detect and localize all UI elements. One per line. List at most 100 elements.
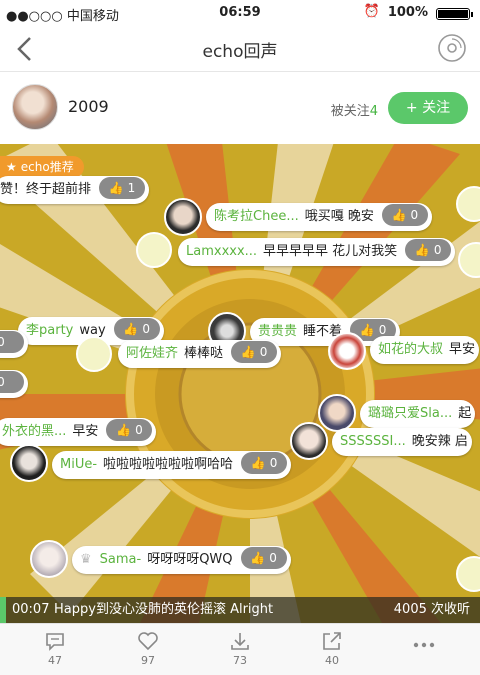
more-button[interactable] xyxy=(394,640,454,652)
commenter-name: 如花的大叔 xyxy=(378,342,444,357)
comment-text: 早安 xyxy=(72,424,99,439)
like-button[interactable]: 0 xyxy=(0,371,24,393)
comment-text: 早早早早早 花儿对我笑 xyxy=(263,244,398,259)
like-count: 0 xyxy=(0,375,5,389)
comment-bubble[interactable]: 外衣的黑... 早安 👍 0 xyxy=(0,418,157,446)
commenter-avatar[interactable] xyxy=(328,332,366,370)
commenter-name: Sama- xyxy=(99,552,142,567)
commenter-avatar[interactable] xyxy=(318,394,356,432)
like-count: 0 xyxy=(410,208,419,222)
thumbs-up-icon: 👍 xyxy=(250,551,266,565)
like-button[interactable]: 👍 0 xyxy=(405,239,452,261)
commenter-avatar[interactable] xyxy=(164,198,202,236)
commenter-name: Lamxxxx... xyxy=(186,244,258,259)
commenter-avatar[interactable] xyxy=(10,444,48,482)
status-bar: ●●○○○ 中国移动 06:59 ⏰ 100% xyxy=(0,0,480,26)
comment-text: 晚安辣 启 xyxy=(411,434,468,449)
commenter-name: SSSSSSI... xyxy=(340,434,406,449)
commenter-avatar[interactable] xyxy=(290,422,328,460)
tag-label: echo推荐 xyxy=(20,160,74,174)
followers-count: 被关注4 xyxy=(331,100,378,119)
comment-bubble[interactable]: 璐璐只爱Sla... 起 xyxy=(360,400,476,428)
followers-number: 4 xyxy=(369,104,378,119)
commenter-name: 陈考拉Chee... xyxy=(214,209,299,224)
alarm-icon: ⏰ xyxy=(363,4,380,19)
disc-button[interactable] xyxy=(436,32,468,64)
comment-bubble[interactable]: 0 xyxy=(0,330,28,358)
download-count: 73 xyxy=(233,654,247,667)
thumbs-up-icon: 👍 xyxy=(391,208,407,222)
commenter-avatar[interactable] xyxy=(30,540,68,578)
like-button[interactable]: 👍 1 xyxy=(99,177,146,199)
nav-bar: echo回声 xyxy=(0,26,480,72)
battery-percent: 100% xyxy=(387,5,428,20)
thumbs-up-icon: 👍 xyxy=(123,322,139,336)
like-count: 0 xyxy=(269,456,278,470)
download-button[interactable]: 73 xyxy=(210,630,270,667)
comment-count: 47 xyxy=(48,654,62,667)
share-icon xyxy=(323,632,341,650)
star-icon: ★ xyxy=(6,160,17,174)
echo-recommend-tag: ★ echo推荐 xyxy=(0,156,84,178)
thumbs-up-icon: 👍 xyxy=(359,323,375,337)
commenter-name: 外衣的黑... xyxy=(2,424,67,439)
commenter-name: 阿佐娃齐 xyxy=(126,346,179,361)
download-icon xyxy=(231,633,249,650)
page-title: echo回声 xyxy=(202,42,278,62)
commenter-name: 璐璐只爱Sla... xyxy=(368,406,453,421)
user-row: 2009 被关注4 + 关注 xyxy=(0,72,480,144)
comment-text: 赞！终于超前排 xyxy=(0,182,92,197)
thumbs-up-icon: 👍 xyxy=(240,345,256,359)
like-count: 0 xyxy=(259,345,268,359)
like-button[interactable]: 👍 0 xyxy=(106,419,153,441)
like-toolbar-button[interactable]: 97 xyxy=(118,630,178,667)
comment-text: 起 xyxy=(458,406,472,421)
bottom-toolbar: 47 97 73 40 xyxy=(0,623,480,675)
comment-bubble[interactable]: Lamxxxx... 早早早早早 花儿对我笑 👍 0 xyxy=(178,238,456,266)
play-count: 4005 次收听 xyxy=(393,602,470,617)
follow-button[interactable]: + 关注 xyxy=(388,92,468,124)
progress-bar[interactable] xyxy=(0,597,6,623)
like-count: 1 xyxy=(127,181,136,195)
share-button[interactable]: 40 xyxy=(302,630,362,667)
artwork-stage[interactable]: ★ echo推荐 赞！终于超前排 👍 1 陈考拉Chee... 哦买嘎 晚安 👍 0 Lam… xyxy=(0,144,480,623)
like-count: 0 xyxy=(0,335,5,349)
thumbs-up-icon: 👍 xyxy=(116,423,132,437)
comment-bubble[interactable]: 陈考拉Chee... 哦买嘎 晚安 👍 0 xyxy=(206,203,432,231)
comment-bubble[interactable]: ♛ Sama- 呀呀呀呀QWQ 👍 0 xyxy=(72,546,291,574)
comment-bubble[interactable]: SSSSSSI... 晚安辣 启 xyxy=(332,428,472,456)
like-button[interactable]: 👍 0 xyxy=(240,547,287,569)
comment-bubble[interactable]: 赞！终于超前排 👍 1 xyxy=(0,176,150,204)
like-count: 0 xyxy=(142,322,150,336)
comment-bubble[interactable]: 如花的大叔 早安 xyxy=(370,336,480,364)
like-total: 97 xyxy=(141,654,155,667)
followers-label: 被关注 xyxy=(330,104,370,119)
comment-text: 呀呀呀呀QWQ xyxy=(147,552,233,567)
like-count: 0 xyxy=(269,551,277,565)
elapsed-time: 00:07 xyxy=(12,602,50,617)
comment-bubble[interactable]: 0 xyxy=(0,370,28,398)
comment-button[interactable]: 47 xyxy=(25,630,85,667)
like-button[interactable]: 👍 0 xyxy=(241,452,288,474)
like-button[interactable]: 👍 0 xyxy=(231,341,278,363)
more-icon xyxy=(413,642,435,648)
thumbs-up-icon: 👍 xyxy=(250,456,266,470)
like-count: 0 xyxy=(433,243,442,257)
user-avatar[interactable] xyxy=(12,84,58,130)
song-title: Happy到没心没肺的英伦摇滚 Alright xyxy=(54,602,274,617)
comment-bubble[interactable]: 阿佐娃齐 棒棒哒 👍 0 xyxy=(118,340,282,368)
thumbs-up-icon: 👍 xyxy=(108,181,124,195)
heart-icon xyxy=(138,632,158,651)
comment-text: 棒棒哒 xyxy=(184,346,224,361)
comment-icon xyxy=(46,633,64,651)
like-button[interactable]: 0 xyxy=(0,331,24,353)
commenter-avatar[interactable] xyxy=(76,336,112,372)
user-name[interactable]: 2009 xyxy=(68,97,109,116)
commenter-name: 李party xyxy=(26,323,74,338)
like-button[interactable]: 👍 0 xyxy=(113,318,160,340)
commenter-avatar[interactable] xyxy=(136,232,172,268)
like-button[interactable]: 👍 0 xyxy=(381,204,428,226)
comment-text: 早安 xyxy=(449,342,476,357)
player-bar[interactable]: 00:07 Happy到没心没肺的英伦摇滚 Alright 4005 次收听 xyxy=(0,597,480,623)
comment-bubble[interactable]: MiUe- 啦啦啦啦啦啦啦啊哈哈 👍 0 xyxy=(52,451,292,479)
